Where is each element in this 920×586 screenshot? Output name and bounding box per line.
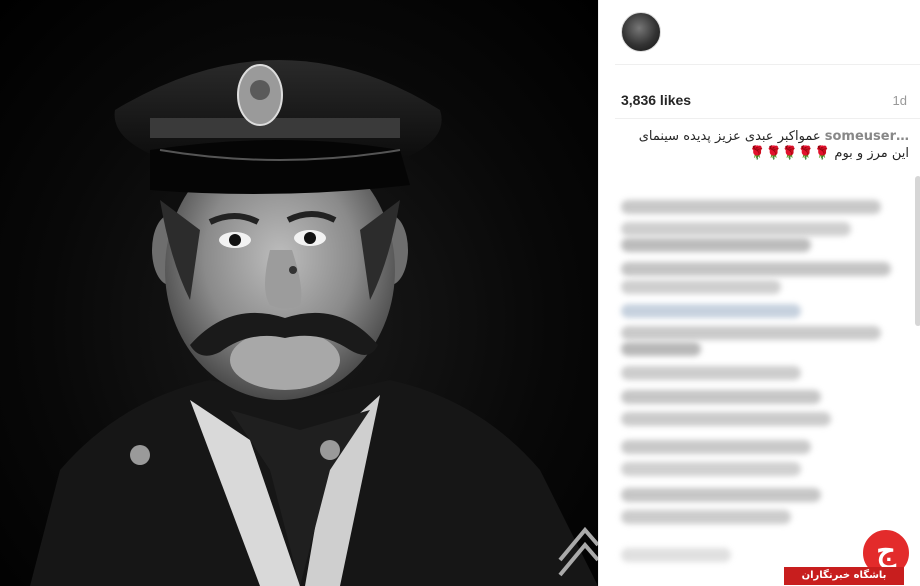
- caption-emoji: 🌹🌹🌹🌹🌹: [749, 146, 831, 161]
- post-photo[interactable]: [0, 0, 598, 586]
- caption-username[interactable]: someuser…: [825, 129, 909, 144]
- scrollbar[interactable]: [915, 176, 920, 326]
- likes-divider: [615, 118, 920, 119]
- post-timestamp[interactable]: 1d: [893, 93, 907, 108]
- watermark-badge: ج باشگاه خبرنگاران: [784, 527, 920, 586]
- caption: someuser… عمواکبر عبدی عزیز پدیده سینمای…: [621, 128, 909, 162]
- watermark-label: باشگاه خبرنگاران: [784, 567, 904, 585]
- post-sidebar: 3,836 likes 1d someuser… عمواکبر عبدی عز…: [598, 0, 920, 586]
- like-count[interactable]: 3,836 likes: [621, 92, 691, 108]
- portrait-image: [30, 60, 598, 586]
- avatar[interactable]: [621, 12, 661, 52]
- header-divider: [615, 64, 920, 65]
